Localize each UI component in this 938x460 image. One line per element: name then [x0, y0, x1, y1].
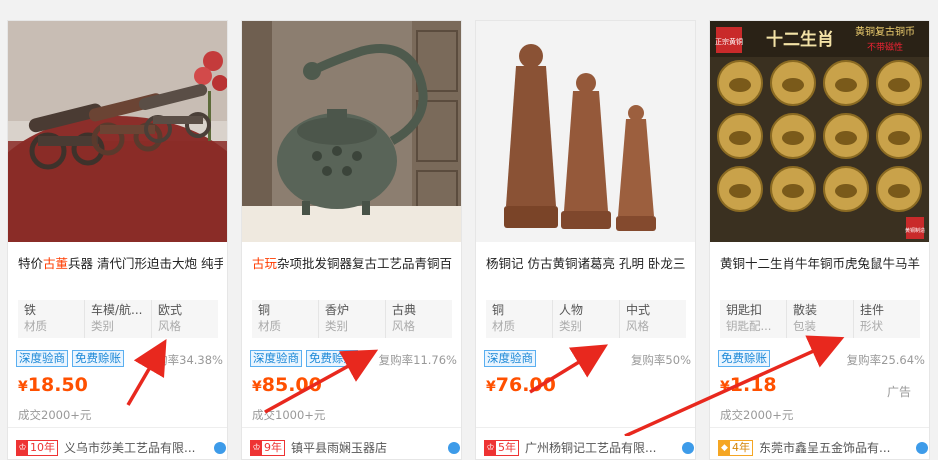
repurchase-rate: 复购率34.38% — [144, 353, 223, 367]
repurchase-rate: 复购率25.64% — [846, 353, 925, 367]
attribute: 铜材质 — [492, 303, 515, 333]
sales-volume: 成交2000+元 — [720, 408, 794, 422]
svg-text:黄铜制造: 黄铜制造 — [905, 227, 925, 234]
zodiac-coins-image: 正宗黄铜 十二生肖 黄铜复古铜币 不带磁性 黄铜制造 — [710, 21, 929, 242]
product-title[interactable]: 杨铜记 仿古黄铜诸葛亮 孔明 卧龙三 — [486, 254, 691, 274]
shop-name[interactable]: 东莞市鑫呈五金饰品有... — [759, 439, 909, 456]
shop-years-badge: ♔ 10年 — [16, 439, 58, 456]
crown-icon: ♔ — [251, 440, 262, 455]
shop-years-badge: ♔ 9年 — [250, 439, 285, 456]
service-tags: 深度验商 免费赊账 — [250, 350, 358, 367]
deep-verified-tag[interactable]: 深度验商 — [16, 350, 68, 367]
product-attributes: 铜材质 人物 类别 中式 风格 — [486, 300, 686, 338]
ad-label: 广告 — [886, 385, 911, 399]
divider — [242, 427, 461, 428]
attribute: 铜材质 — [258, 303, 281, 333]
product-title[interactable]: 黄铜十二生肖牛年铜币虎兔鼠牛马羊 — [720, 254, 925, 274]
product-image[interactable] — [476, 21, 695, 242]
crown-icon: ♔ — [17, 440, 28, 455]
crown-icon: ♔ — [485, 440, 496, 455]
attribute: 中式 风格 — [619, 300, 686, 338]
product-image[interactable] — [242, 21, 461, 242]
diamond-icon: ◆ — [719, 440, 730, 455]
product-title[interactable]: 古玩杂项批发铜器复古工艺品青铜百 — [252, 254, 457, 274]
product-card[interactable]: 正宗黄铜 十二生肖 黄铜复古铜币 不带磁性 黄铜制造 黄铜十二生肖牛年铜币虎兔鼠… — [709, 20, 930, 460]
chat-icon[interactable] — [214, 441, 226, 454]
divider — [8, 427, 227, 428]
product-attributes: 钥匙扣 钥匙配... 散装 包装 挂件 形状 — [720, 300, 920, 338]
free-credit-tag[interactable]: 免费赊账 — [718, 350, 770, 367]
product-card[interactable]: 古玩杂项批发铜器复古工艺品青铜百 铜材质 香炉 类别 古典 风格 深度验商 免费赊账… — [241, 20, 462, 460]
svg-text:不带磁性: 不带磁性 — [867, 41, 903, 53]
copper-figures-image — [476, 21, 695, 242]
product-price: ¥1.18 — [720, 374, 777, 396]
product-price: ¥85.00 — [252, 374, 322, 396]
product-attributes: 铁材质 车模/航... 类别 欧式 风格 — [18, 300, 218, 338]
free-credit-tag[interactable]: 免费赊账 — [72, 350, 124, 367]
deep-verified-tag[interactable]: 深度验商 — [250, 350, 302, 367]
svg-text:十二生肖: 十二生肖 — [766, 29, 834, 50]
product-card[interactable]: 特价古董兵器 清代门形迫击大炮 纯手 铁材质 车模/航... 类别 欧式 风格 深度… — [7, 20, 228, 460]
chat-icon[interactable] — [448, 441, 460, 454]
shop-row[interactable]: ◆ 4年 东莞市鑫呈五金饰品有... — [718, 439, 928, 456]
product-image[interactable]: 正宗黄铜 十二生肖 黄铜复古铜币 不带磁性 黄铜制造 — [710, 21, 929, 242]
free-credit-tag[interactable]: 免费赊账 — [306, 350, 358, 367]
product-card[interactable]: 杨铜记 仿古黄铜诸葛亮 孔明 卧龙三 铜材质 人物 类别 中式 风格 深度验商 复购… — [475, 20, 696, 460]
attribute: 车模/航... 类别 — [84, 300, 151, 338]
shop-name[interactable]: 广州杨铜记工艺品有限... — [525, 439, 675, 456]
product-image[interactable] — [8, 21, 227, 242]
shop-name[interactable]: 镇平县雨娴玉器店 — [291, 439, 441, 456]
shop-years-badge: ♔ 5年 — [484, 439, 519, 456]
attribute: 人物 类别 — [552, 300, 619, 338]
attribute: 挂件 形状 — [853, 300, 920, 338]
attribute: 古典 风格 — [385, 300, 452, 338]
svg-text:正宗黄铜: 正宗黄铜 — [715, 37, 743, 46]
service-tags: 深度验商 免费赊账 — [16, 350, 124, 367]
shop-years-badge: ◆ 4年 — [718, 439, 753, 456]
title-highlight: 古董 — [43, 256, 69, 271]
cannon-models-image — [8, 21, 227, 242]
sales-volume: 成交2000+元 — [18, 408, 92, 422]
svg-text:黄铜复古铜币: 黄铜复古铜币 — [855, 25, 915, 38]
attribute: 散装 包装 — [786, 300, 853, 338]
product-title[interactable]: 特价古董兵器 清代门形迫击大炮 纯手 — [18, 254, 223, 274]
divider — [710, 427, 929, 428]
title-highlight: 古玩 — [252, 256, 278, 271]
bronze-censer-image — [242, 21, 461, 242]
attribute: 欧式 风格 — [151, 300, 218, 338]
divider — [476, 427, 695, 428]
sales-volume: 成交1000+元 — [252, 408, 326, 422]
service-tags: 深度验商 — [484, 350, 536, 367]
chat-icon[interactable] — [682, 441, 694, 454]
product-price: ¥76.00 — [486, 374, 556, 396]
shop-row[interactable]: ♔ 5年 广州杨铜记工艺品有限... — [484, 439, 694, 456]
chat-icon[interactable] — [916, 441, 928, 454]
product-grid: 特价古董兵器 清代门形迫击大炮 纯手 铁材质 车模/航... 类别 欧式 风格 深度… — [0, 0, 938, 460]
shop-row[interactable]: ♔ 10年 义乌市莎美工艺品有限... — [16, 439, 226, 456]
shop-row[interactable]: ♔ 9年 镇平县雨娴玉器店 — [250, 439, 460, 456]
shop-name[interactable]: 义乌市莎美工艺品有限... — [64, 439, 214, 456]
attribute: 香炉 类别 — [318, 300, 385, 338]
repurchase-rate: 复购率50% — [630, 353, 691, 367]
product-attributes: 铜材质 香炉 类别 古典 风格 — [252, 300, 452, 338]
repurchase-rate: 复购率11.76% — [378, 353, 457, 367]
service-tags: 免费赊账 — [718, 350, 770, 367]
deep-verified-tag[interactable]: 深度验商 — [484, 350, 536, 367]
attribute: 钥匙扣 钥匙配... — [726, 303, 772, 333]
product-price: ¥18.50 — [18, 374, 88, 396]
attribute: 铁材质 — [24, 303, 47, 333]
